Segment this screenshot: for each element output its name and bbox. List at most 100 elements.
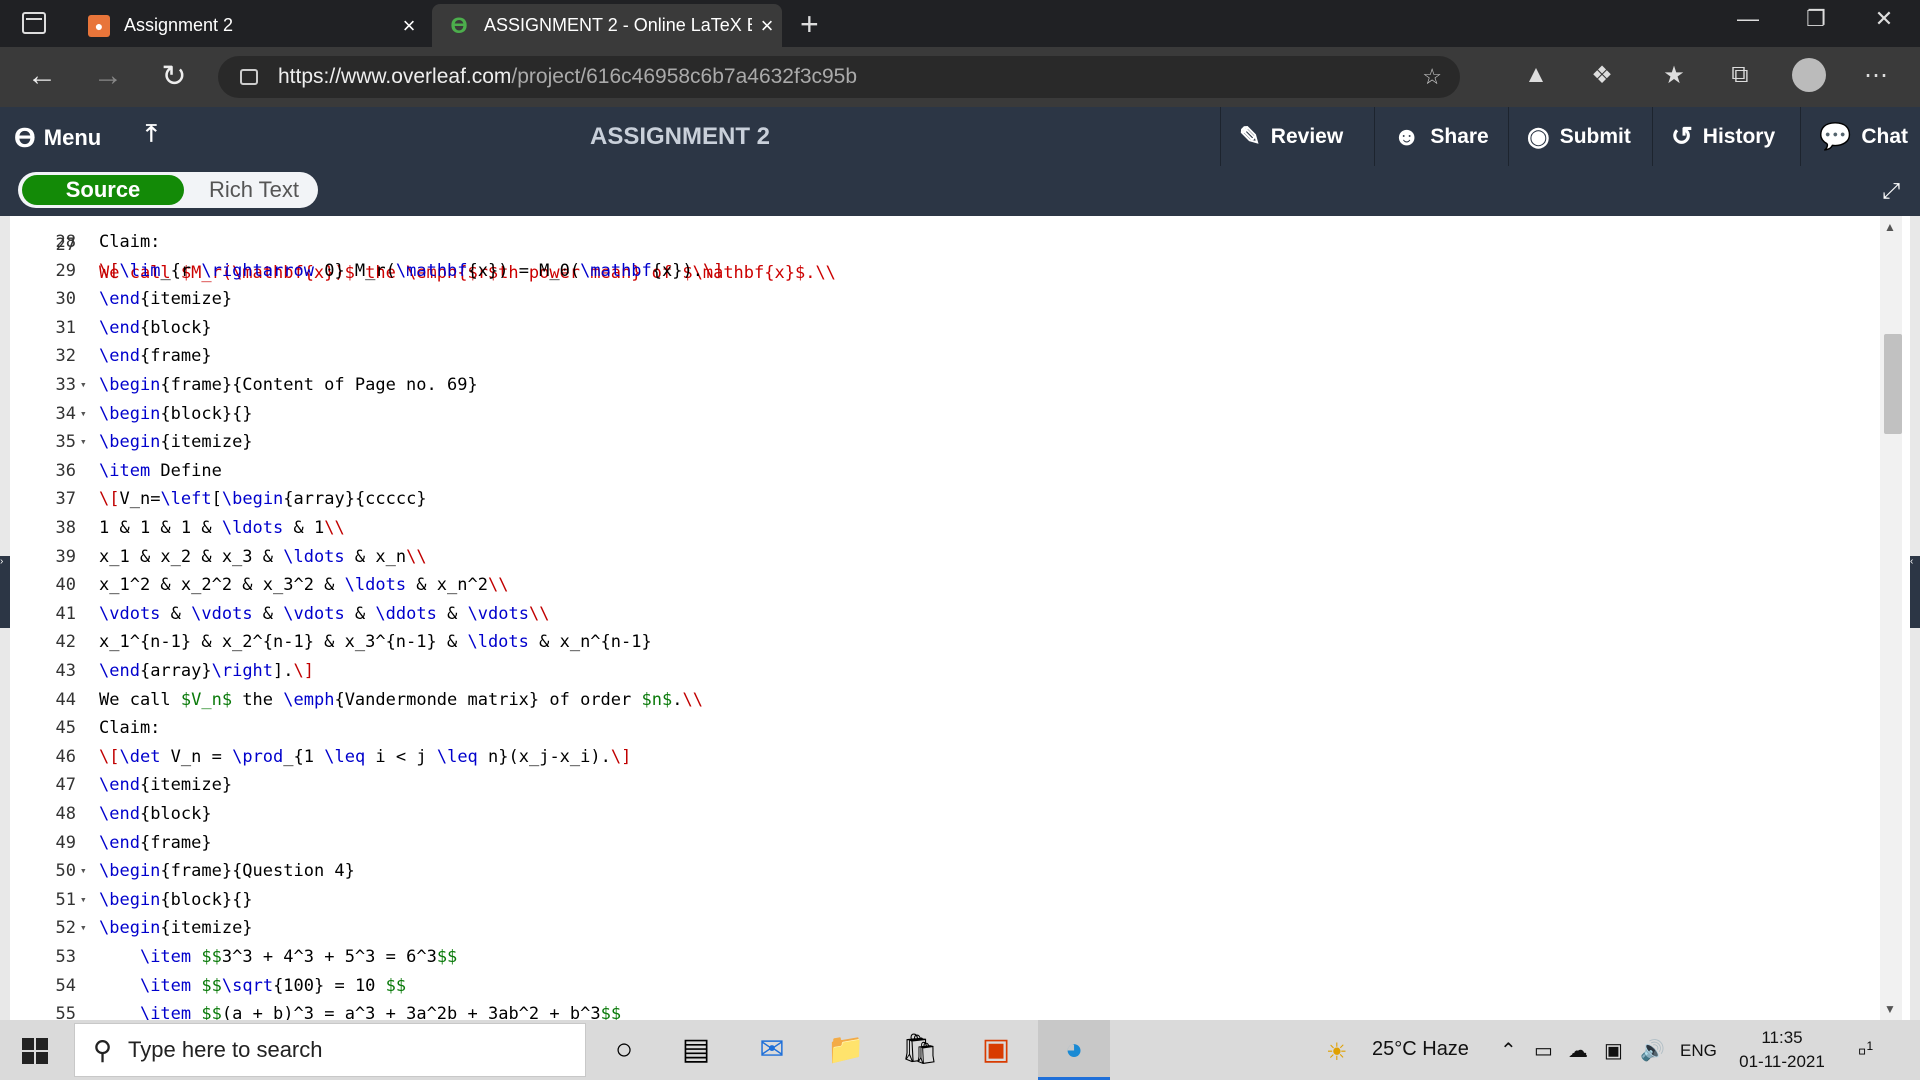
code-editor[interactable]: 27 We call $M_r(\mathbf{x})$ the \emph{$… (10, 216, 1890, 1020)
code-line[interactable]: 54 \item $$\sqrt{100} = 10 $$ (10, 972, 1870, 1001)
file-explorer-icon[interactable]: 📁 (826, 1030, 866, 1070)
code-line[interactable]: 39 x_1 & x_2 & x_3 & \ldots & x_n\\ (10, 543, 1870, 572)
code-line[interactable]: 32 \end{frame} (10, 342, 1870, 371)
clock[interactable]: 11:35 01-11-2021 (1726, 1026, 1838, 1074)
code-line[interactable]: 34 ▾ \begin{block}{} (10, 400, 1870, 429)
review-button[interactable]: ✎ Review (1220, 107, 1360, 166)
code-line[interactable]: 37 \[V_n=\left[\begin{array}{ccccc} (10, 485, 1870, 514)
fold-toggle-icon[interactable]: ▾ (80, 400, 87, 429)
fold-toggle-icon[interactable]: ▾ (80, 886, 87, 915)
close-tab-icon[interactable]: × (752, 13, 782, 39)
code-line[interactable]: 35 ▾ \begin{itemize} (10, 428, 1870, 457)
onedrive-icon[interactable]: ☁ (1568, 1038, 1588, 1063)
code-line[interactable]: 41 \vdots & \vdots & \vdots & \ddots & \v… (10, 600, 1870, 629)
volume-icon[interactable]: 🔊 (1640, 1038, 1665, 1063)
scroll-up-arrow-icon[interactable]: ▲ (1884, 220, 1896, 234)
code-text: \[V_n=\left[\begin{array}{ccccc} (99, 489, 427, 510)
code-line[interactable]: 38 1 & 1 & 1 & \ldots & 1\\ (10, 514, 1870, 543)
weather-text[interactable]: 25°C Haze (1372, 1038, 1469, 1061)
network-icon[interactable]: ▣ (1604, 1038, 1623, 1063)
code-line[interactable]: 48 \end{block} (10, 800, 1870, 829)
scrollbar-thumb[interactable] (1884, 334, 1902, 434)
line-number: 48 (55, 804, 76, 824)
source-mode-button[interactable]: Source (22, 175, 184, 205)
code-text: \end{frame} (99, 346, 212, 367)
performance-icon[interactable]: ▲ (1518, 61, 1554, 89)
minimize-button[interactable]: — (1718, 6, 1778, 32)
code-line[interactable]: 43 \end{array}\right].\] (10, 657, 1870, 686)
tab-actions-icon[interactable] (22, 12, 46, 34)
back-button[interactable]: ← (22, 59, 62, 93)
edge-taskbar-button[interactable]: ◕ (1038, 1020, 1110, 1080)
code-line[interactable]: 49 \end{frame} (10, 829, 1870, 858)
code-line[interactable]: 30 \end{itemize} (10, 285, 1870, 314)
taskbar-search-box[interactable]: ⚲ Type here to search (74, 1023, 586, 1077)
expand-icon[interactable]: ⤢ (1882, 178, 1900, 204)
share-button[interactable]: ☻ Share (1374, 107, 1504, 166)
forward-button[interactable]: → (88, 59, 128, 93)
toggle-pdf-button[interactable]: ‹ (1910, 556, 1920, 628)
code-text: \item $$(a + b)^3 = a^3 + 3a^2b + 3ab^2 … (139, 1004, 622, 1020)
scroll-down-arrow-icon[interactable]: ▼ (1884, 1002, 1896, 1016)
submit-button[interactable]: ◉ Submit (1508, 107, 1648, 166)
add-favorite-icon[interactable]: ☆ (1422, 64, 1442, 90)
collections-icon[interactable]: ⧉ (1722, 61, 1758, 89)
code-line[interactable]: 52 ▾ \begin{itemize} (10, 914, 1870, 943)
code-line[interactable]: 44 We call $V_n$ the \emph{Vandermonde ma… (10, 686, 1870, 715)
up-arrow-icon[interactable]: ⤒ (146, 120, 157, 148)
code-line[interactable]: 55 \item $$(a + b)^3 = a^3 + 3a^2b + 3ab… (10, 1000, 1870, 1020)
more-menu-icon[interactable]: ⋯ (1858, 61, 1894, 90)
cortana-icon[interactable]: ○ (604, 1030, 644, 1070)
fold-toggle-icon[interactable]: ▾ (80, 371, 87, 400)
code-line[interactable]: 47 \end{itemize} (10, 771, 1870, 800)
editor-scrollbar[interactable]: ▲ ▼ (1880, 216, 1902, 1020)
code-line[interactable]: 46 \[\det V_n = \prod_{1 \leq i < j \leq … (10, 743, 1870, 772)
code-line[interactable]: 29 \[\lim_{r \rightarrow 0} M_r(\mathbf{x… (10, 257, 1870, 286)
project-title[interactable]: ASSIGNMENT 2 (560, 123, 800, 151)
code-line[interactable]: 42 x_1^{n-1} & x_2^{n-1} & x_3^{n-1} & \l… (10, 628, 1870, 657)
tab-title: Assignment 2 (124, 15, 234, 35)
line-number: 38 (55, 518, 76, 538)
profile-avatar[interactable] (1792, 58, 1826, 92)
new-tab-button[interactable]: + (800, 6, 819, 43)
fold-toggle-icon[interactable]: ▾ (80, 857, 87, 886)
code-line[interactable]: 53 \item $$3^3 + 4^3 + 5^3 = 6^3$$ (10, 943, 1870, 972)
menu-button[interactable]: ϴ Menu (14, 122, 101, 154)
code-line[interactable]: 45 Claim: (10, 714, 1870, 743)
code-line[interactable]: 31 \end{block} (10, 314, 1870, 343)
start-button[interactable] (22, 1038, 48, 1064)
close-window-button[interactable]: ✕ (1854, 6, 1914, 32)
line-number: 37 (55, 489, 76, 510)
weather-icon[interactable]: ☀ (1326, 1038, 1348, 1067)
refresh-button[interactable]: ↻ (154, 59, 194, 94)
code-line[interactable]: 50 ▾ \begin{frame}{Question 4} (10, 857, 1870, 886)
tab-assignment-2[interactable]: ● Assignment 2 × (72, 4, 424, 47)
battery-icon[interactable]: ▭ (1534, 1038, 1553, 1063)
url-bar[interactable]: https://www.overleaf.com/project/616c469… (218, 56, 1460, 98)
code-line[interactable]: 51 ▾ \begin{block}{} (10, 886, 1870, 915)
fold-toggle-icon[interactable]: ▾ (80, 914, 87, 943)
close-tab-icon[interactable]: × (394, 13, 424, 39)
task-view-icon[interactable]: ▤ (676, 1030, 716, 1070)
favorites-icon[interactable]: ★ (1656, 61, 1692, 90)
rich-text-mode-button[interactable]: Rich Text (194, 175, 314, 205)
code-line[interactable]: 36 \item Define (10, 457, 1870, 486)
code-line[interactable]: 40 x_1^2 & x_2^2 & x_3^2 & \ldots & x_n^2… (10, 571, 1870, 600)
code-line[interactable]: 28 Claim: (10, 228, 1870, 257)
mail-icon[interactable]: ✉ (752, 1030, 792, 1070)
store-icon[interactable]: 🛍 (900, 1030, 940, 1070)
extensions-icon[interactable]: ❖ (1584, 61, 1620, 90)
address-bar-row: ← → ↻ https://www.overleaf.com/project/6… (0, 47, 1920, 107)
office-icon[interactable]: ▣ (976, 1030, 1016, 1070)
toggle-file-tree-button[interactable]: › (0, 556, 10, 628)
chat-button[interactable]: 💬 Chat (1800, 107, 1920, 166)
restore-button[interactable]: ❐ (1786, 6, 1846, 32)
lock-icon[interactable] (240, 69, 258, 85)
language-indicator[interactable]: ENG (1680, 1041, 1717, 1061)
notifications-icon[interactable]: ▫1 (1858, 1038, 1873, 1066)
show-hidden-icons-icon[interactable]: ⌃ (1500, 1038, 1517, 1063)
tab-overleaf[interactable]: ϴ ASSIGNMENT 2 - Online LaTeX E × (432, 4, 782, 47)
history-button[interactable]: ↺ History (1652, 107, 1798, 166)
code-line[interactable]: 33 ▾ \begin{frame}{Content of Page no. 69} (10, 371, 1870, 400)
fold-toggle-icon[interactable]: ▾ (80, 428, 87, 457)
